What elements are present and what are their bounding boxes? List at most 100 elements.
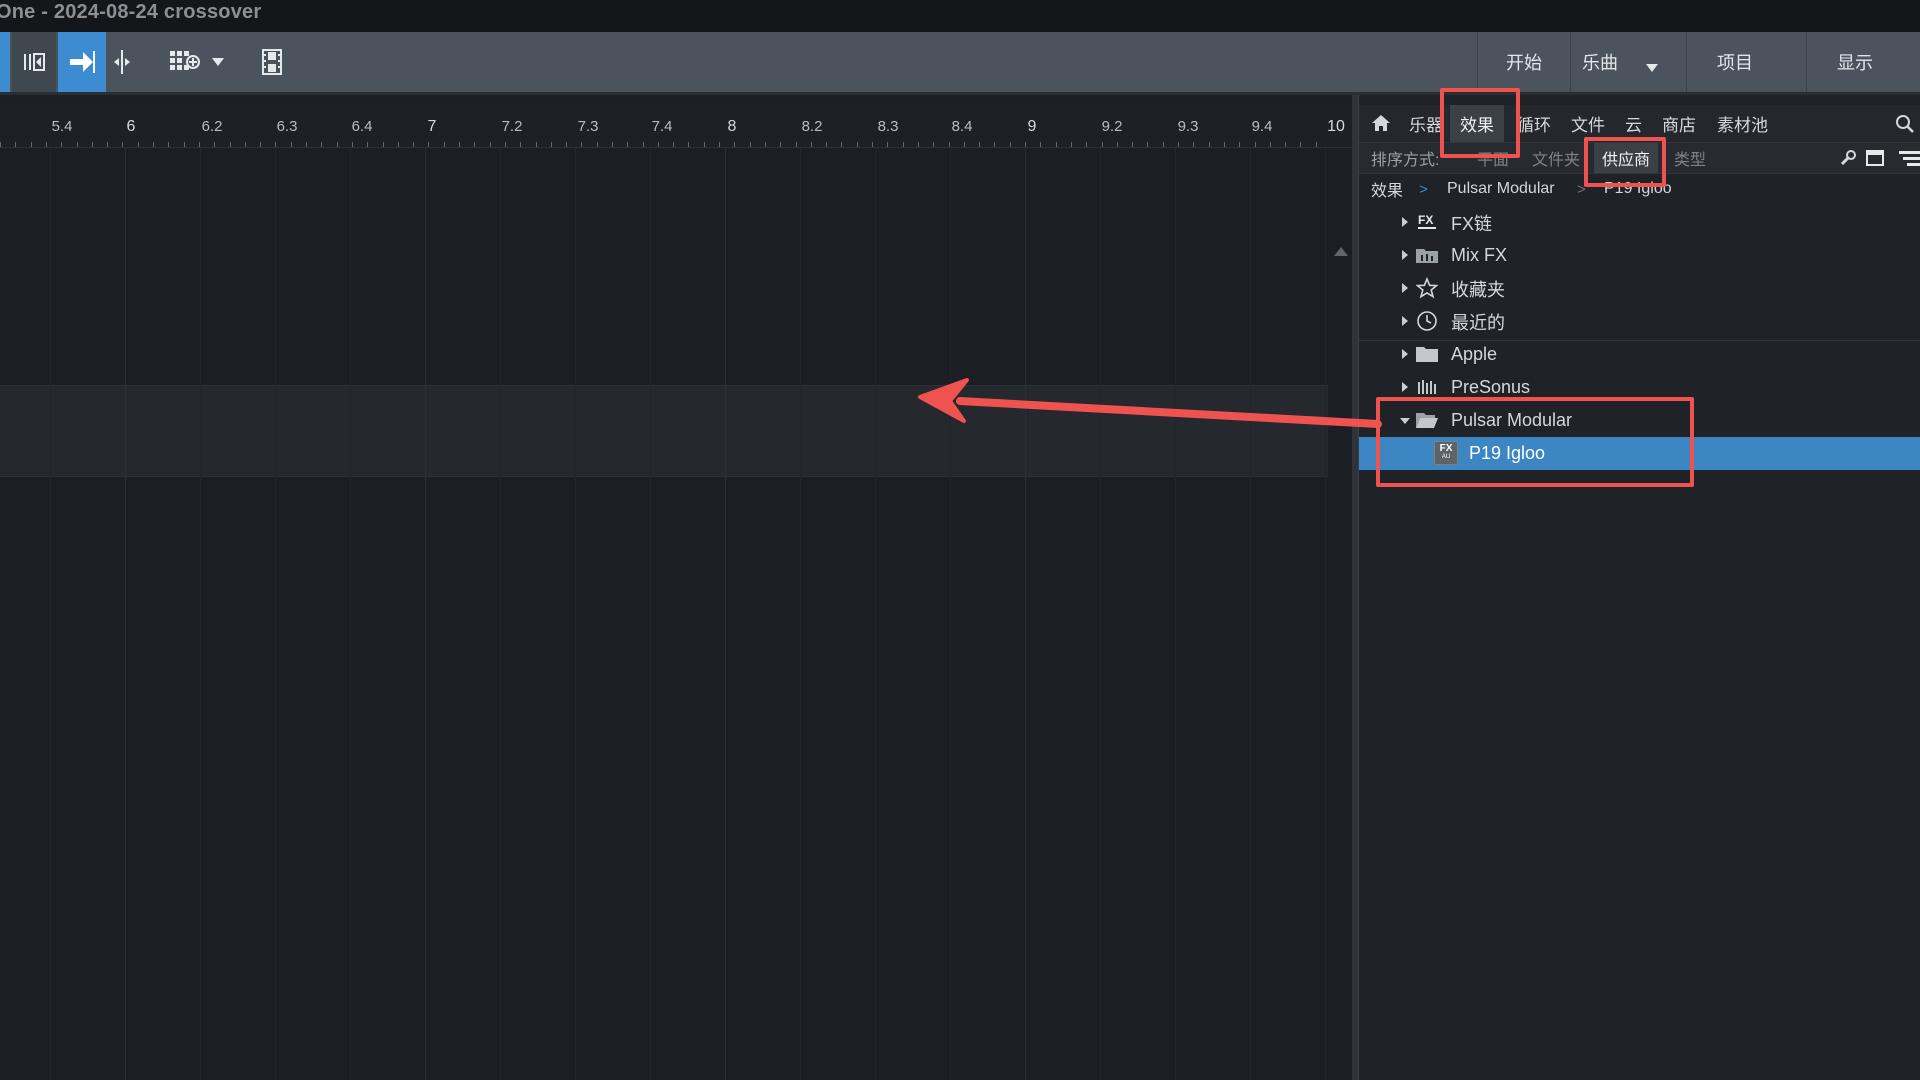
song-dropdown-icon[interactable] [1645,57,1659,78]
expand-arrow-icon[interactable] [1402,217,1408,227]
tab-files[interactable]: 文件 [1571,105,1605,142]
tree-item-recent[interactable]: 最近的 [1359,305,1920,338]
ruler-tick-mark [61,142,62,147]
tree-item-label: 最近的 [1451,312,1505,333]
sort-type[interactable]: 类型 [1674,143,1706,173]
ruler-tick-mark [1117,142,1118,147]
expand-arrow-icon[interactable] [1402,349,1408,359]
grid-line [1100,148,1101,1080]
ruler-tick-label: 9.2 [1101,118,1123,135]
tab-effects[interactable]: 效果 [1450,105,1504,142]
loop-start-button[interactable] [12,32,56,92]
ruler-tick-mark [734,142,735,147]
arrange-view[interactable]: 5.4 6 6.2 6.3 6.4 7 7.2 7.3 7.4 8 8.2 8.3 8.4 9 9.2 9.3… [0,95,1352,1080]
tab-pool[interactable]: 素材池 [1717,105,1768,142]
view-button[interactable] [1866,150,1884,171]
breadcrumb-vendor[interactable]: Pulsar Modular [1447,174,1555,204]
home-icon [1372,115,1390,131]
tree-item-mix-fx[interactable]: Mix FX [1359,239,1920,272]
nav-project-button[interactable]: 项目 [1686,32,1783,92]
sort-folder[interactable]: 文件夹 [1532,143,1580,173]
list-view-button[interactable] [1899,150,1920,171]
search-button[interactable] [1895,114,1915,139]
tree-item-label: PreSonus [1451,377,1531,397]
star-icon [1415,276,1439,300]
expand-arrow-icon[interactable] [1402,316,1408,326]
ruler-tick-mark [994,142,995,147]
toolbar-edge-button[interactable] [0,32,10,92]
tab-effects-label: 效果 [1460,116,1494,135]
wrench-icon [1840,150,1856,166]
split-button[interactable] [108,32,136,92]
arrange-grid[interactable] [0,148,1328,1080]
breadcrumb-plugin[interactable]: P19 Igloo [1604,174,1672,204]
breadcrumb-effects[interactable]: 效果 [1371,174,1403,204]
tab-loops[interactable]: 循环 [1517,105,1551,142]
nav-song-button[interactable]: 乐曲 [1570,32,1663,92]
ruler-tick-mark [841,142,842,147]
home-button[interactable] [1371,114,1391,137]
ruler-tick-mark [750,142,751,147]
ruler-tick-mark [490,142,491,147]
tab-shop[interactable]: 商店 [1662,105,1696,142]
sort-bar: 排序方式: 平面 文件夹 供应商 类型 [1359,143,1920,174]
snap-dropdown-button[interactable] [208,32,228,92]
scroll-up-arrow-icon[interactable] [1334,247,1348,256]
sort-vendor[interactable]: 供应商 [1594,143,1659,173]
expand-arrow-icon[interactable] [1402,382,1408,392]
snap-grid-button[interactable] [162,32,208,92]
ruler-tick-mark [780,142,781,147]
nav-show-button[interactable]: 显示 [1806,32,1903,92]
ruler-tick-mark [1132,142,1133,147]
video-button[interactable] [256,32,288,92]
ruler-tick-mark [857,142,858,147]
grid-line [350,148,351,1080]
ruler-tick-mark [887,142,888,147]
follow-playback-button[interactable] [58,32,106,92]
expand-arrow-icon[interactable] [1402,250,1408,260]
ruler-tick-mark [1102,142,1103,147]
ruler-tick-label: 9.4 [1251,118,1273,135]
ruler-tick-mark [581,142,582,147]
tree-item-favorites[interactable]: 收藏夹 [1359,272,1920,305]
ruler-tick-mark [612,142,613,147]
ruler-tick-mark [1086,142,1087,147]
tab-loops-label: 循环 [1517,116,1551,135]
list-icon [1899,151,1920,166]
tab-cloud[interactable]: 云 [1625,105,1642,142]
tree-item-fx-chains[interactable]: FX FX链 [1359,206,1920,239]
expand-arrow-icon[interactable] [1402,283,1408,293]
tab-instruments[interactable]: 乐器 [1409,105,1443,142]
tree-item-p19-igloo[interactable]: FX AU P19 Igloo [1359,437,1920,470]
breadcrumb: 效果 > Pulsar Modular > P19 Igloo [1359,174,1920,204]
ruler-tick-mark [520,142,521,147]
tree-item-presonus[interactable]: PreSonus [1359,371,1920,404]
ruler-tick-mark [92,142,93,147]
tree-item-pulsar-modular[interactable]: Pulsar Modular [1359,404,1920,437]
ruler-tick-mark [474,142,475,147]
ruler-tick-mark [367,142,368,147]
browser-panel: 乐器 效果 循环 文件 云 商店 素材池 排序方式: 平面 文件夹 供应商 类型 [1358,95,1920,1080]
ruler-tick-mark [627,142,628,147]
ruler-tick-label: 7.4 [651,118,673,135]
fx-chain-icon: FX [1415,210,1439,234]
ruler-tick-mark [1163,142,1164,147]
nav-start-button[interactable]: 开始 [1477,32,1570,92]
tree-item-apple[interactable]: Apple [1359,338,1920,371]
ruler-tick-label: 5.4 [51,118,73,135]
ruler-tick-mark [673,142,674,147]
sort-flat[interactable]: 平面 [1477,143,1509,173]
grid-line [1325,148,1326,1080]
settings-button[interactable] [1839,149,1857,172]
timeline-ruler[interactable]: 5.4 6 6.2 6.3 6.4 7 7.2 7.3 7.4 8 8.2 8.3 8.4 9 9.2 9.3… [0,105,1352,148]
ruler-tick-mark [1178,142,1179,147]
ruler-tick-mark [688,142,689,147]
ruler-tick-mark [658,142,659,147]
browser-tabs: 乐器 效果 循环 文件 云 商店 素材池 [1359,105,1920,143]
tree-item-label: Mix FX [1451,245,1507,265]
ruler-tick-label: 8.4 [951,118,973,135]
ruler-tick-mark [214,142,215,147]
ruler-tick-mark [719,142,720,147]
collapse-arrow-icon[interactable] [1400,418,1410,424]
nav-start-label: 开始 [1506,53,1542,73]
